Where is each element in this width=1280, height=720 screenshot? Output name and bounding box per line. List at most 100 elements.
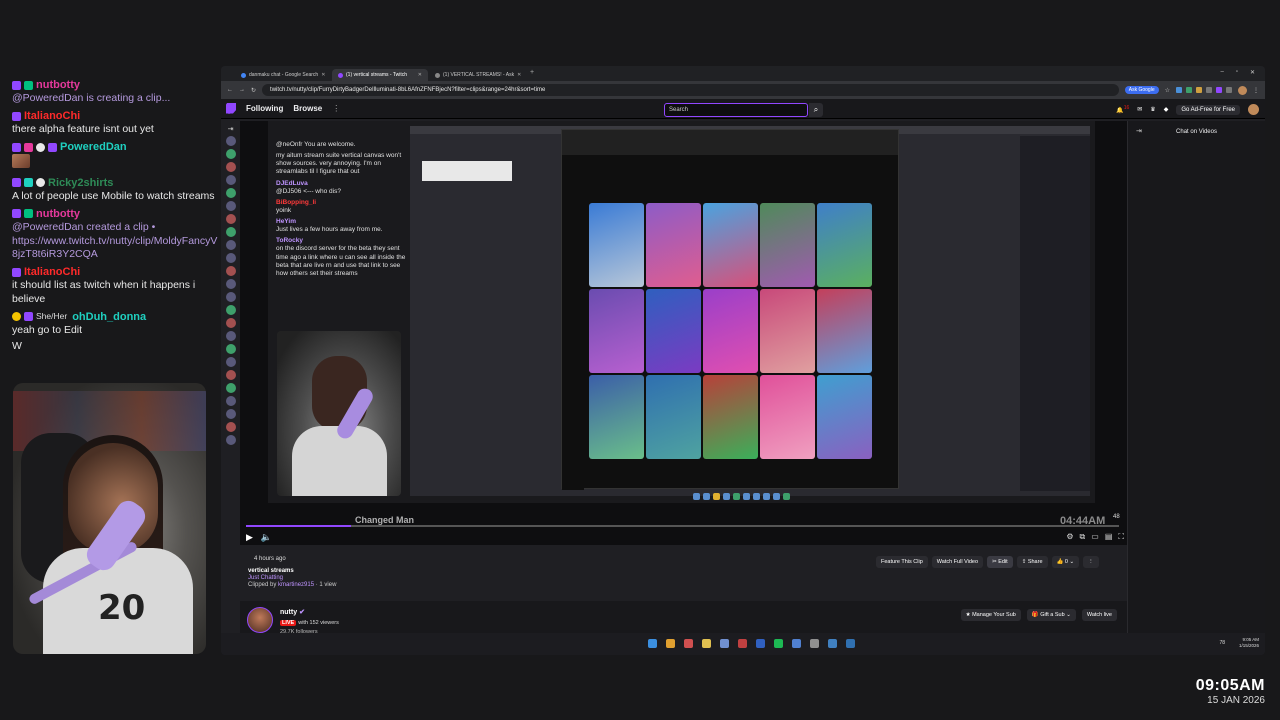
channel-avatar[interactable] xyxy=(225,422,236,432)
search-icon[interactable]: ⌕ xyxy=(809,103,823,117)
edit-button[interactable]: ✂ Edit xyxy=(987,556,1013,568)
bits-icon[interactable]: ◆ xyxy=(1164,106,1169,113)
app-icon[interactable] xyxy=(720,639,729,648)
tab-twitch-clip[interactable]: (1) vertical streams - Twitch ✕ xyxy=(332,69,428,81)
fullscreen-icon[interactable]: ⛶ xyxy=(1118,532,1124,542)
channel-avatar[interactable] xyxy=(225,136,236,146)
channel-avatar[interactable] xyxy=(225,240,236,250)
clip-icon[interactable]: ⧉ xyxy=(1080,532,1086,542)
app-icon[interactable] xyxy=(756,639,765,648)
chat-username[interactable]: Ricky2shirts xyxy=(48,176,113,190)
channel-avatar[interactable] xyxy=(225,279,236,289)
ask-google-button[interactable]: Ask Google xyxy=(1124,86,1159,94)
channel-avatar[interactable] xyxy=(225,305,236,315)
watch-full-video-button[interactable]: Watch Full Video xyxy=(931,556,984,568)
chat-toggle-icon[interactable]: ▤ xyxy=(1105,532,1113,542)
bookmark-star-icon[interactable]: ☆ xyxy=(1165,87,1170,94)
channel-avatar[interactable] xyxy=(225,435,236,445)
chat-username[interactable]: ItalianoChi xyxy=(24,109,80,123)
browser-menu-icon[interactable]: ⋮ xyxy=(1253,87,1259,94)
nav-following[interactable]: Following xyxy=(246,104,283,113)
channel-avatar[interactable] xyxy=(225,396,236,406)
share-button[interactable]: ⇪ Share xyxy=(1016,556,1048,568)
channel-avatar[interactable] xyxy=(225,318,236,328)
channel-avatar[interactable] xyxy=(225,409,236,419)
channel-name[interactable]: nutty ✔ xyxy=(280,608,305,616)
theatre-mode-icon[interactable]: ▭ xyxy=(1091,532,1099,542)
channel-avatar[interactable] xyxy=(247,607,273,633)
watch-live-button[interactable]: Watch live xyxy=(1081,609,1117,621)
minimize-button[interactable]: – xyxy=(1220,69,1223,76)
chat-username[interactable]: ohDuh_donna xyxy=(72,310,146,324)
whispers-icon[interactable]: ✉ xyxy=(1137,106,1142,113)
search-input[interactable]: Search xyxy=(664,103,808,117)
volume-icon[interactable]: 🔈 xyxy=(261,532,272,543)
channel-avatar[interactable] xyxy=(225,344,236,354)
extension-icon[interactable] xyxy=(1216,87,1222,93)
close-tab-icon[interactable]: ✕ xyxy=(321,72,325,78)
chat-username[interactable]: nutbotty xyxy=(36,78,80,92)
settings-gear-icon[interactable]: ⚙ xyxy=(1066,532,1073,542)
channel-avatar[interactable] xyxy=(225,370,236,380)
settings-icon[interactable] xyxy=(810,639,819,648)
back-icon[interactable]: ← xyxy=(227,87,233,93)
chrome-icon[interactable] xyxy=(684,639,693,648)
user-avatar[interactable] xyxy=(1248,104,1259,115)
close-tab-icon[interactable]: ✕ xyxy=(418,72,422,78)
channel-avatar[interactable] xyxy=(225,201,236,211)
url-field[interactable]: twitch.tv/nutty/clip/FurryDirtyBadgerDeI… xyxy=(262,84,1119,96)
extension-icon[interactable] xyxy=(1206,87,1212,93)
channel-avatar[interactable] xyxy=(225,266,236,276)
chrome-icon[interactable] xyxy=(666,639,675,648)
channel-avatar[interactable] xyxy=(225,175,236,185)
like-button[interactable]: 👍 0 ⌄ xyxy=(1051,556,1080,568)
forward-icon[interactable]: → xyxy=(239,87,245,93)
app-icon[interactable] xyxy=(828,639,837,648)
gift-sub-button[interactable]: 🎁 Gift a Sub ⌄ xyxy=(1026,609,1076,621)
expand-rail-icon[interactable]: ⇥ xyxy=(228,125,234,133)
new-tab-button[interactable]: + xyxy=(530,69,534,81)
channel-avatar[interactable] xyxy=(225,188,236,198)
clip-player[interactable]: @neOnfr You are welcome. my aitum stream … xyxy=(240,121,1127,545)
channel-avatar[interactable] xyxy=(225,162,236,172)
nav-more-icon[interactable]: ⋮ xyxy=(332,104,340,113)
channel-avatar[interactable] xyxy=(225,292,236,302)
app-icon[interactable] xyxy=(792,639,801,648)
extension-icon[interactable] xyxy=(1186,87,1192,93)
crown-icon[interactable]: ♛ xyxy=(1150,106,1155,113)
extension-icon[interactable] xyxy=(1176,87,1182,93)
folder-icon[interactable] xyxy=(702,639,711,648)
tray-clock[interactable]: 9:05 AM 1/15/2026 xyxy=(1239,637,1259,649)
channel-avatar[interactable] xyxy=(225,214,236,224)
clipper-link[interactable]: kmartinez915 xyxy=(278,582,314,588)
close-window-button[interactable]: ✕ xyxy=(1250,69,1255,76)
ad-free-button[interactable]: Go Ad-Free for Free xyxy=(1176,104,1240,115)
extension-icon[interactable] xyxy=(1226,87,1232,93)
feature-clip-button[interactable]: Feature This Clip xyxy=(876,556,928,568)
more-options-icon[interactable]: ⋮ xyxy=(1083,556,1099,568)
seek-bar[interactable] xyxy=(246,525,1119,527)
spotify-icon[interactable] xyxy=(774,639,783,648)
chat-username[interactable]: PoweredDan xyxy=(60,140,127,154)
nav-browse[interactable]: Browse xyxy=(293,104,322,113)
channel-avatar[interactable] xyxy=(225,149,236,159)
close-tab-icon[interactable]: ✕ xyxy=(517,72,521,78)
tab-google-search[interactable]: danmaku chat - Google Search ✕ xyxy=(235,69,331,81)
app-icon[interactable] xyxy=(738,639,747,648)
tab-vertical-streams[interactable]: (1) VERTICAL STREAMS! - Ask ✕ xyxy=(429,69,525,81)
app-icon[interactable] xyxy=(846,639,855,648)
manage-sub-button[interactable]: ★ Manage Your Sub xyxy=(960,609,1021,621)
channel-avatar[interactable] xyxy=(225,331,236,341)
play-icon[interactable]: ▶ xyxy=(246,532,253,543)
clip-category-link[interactable]: Just Chatting xyxy=(248,575,1118,581)
start-icon[interactable] xyxy=(648,639,657,648)
channel-avatar[interactable] xyxy=(225,227,236,237)
reload-icon[interactable]: ↻ xyxy=(251,87,256,94)
collapse-chat-icon[interactable]: ⇥ xyxy=(1136,127,1142,135)
extension-icon[interactable] xyxy=(1196,87,1202,93)
chat-username[interactable]: nutbotty xyxy=(36,207,80,221)
channel-avatar[interactable] xyxy=(225,253,236,263)
maximize-button[interactable]: ▫ xyxy=(1236,69,1238,76)
notifications-icon[interactable]: 🔔16 xyxy=(1116,105,1129,114)
chat-username[interactable]: ItalianoChi xyxy=(24,265,80,279)
